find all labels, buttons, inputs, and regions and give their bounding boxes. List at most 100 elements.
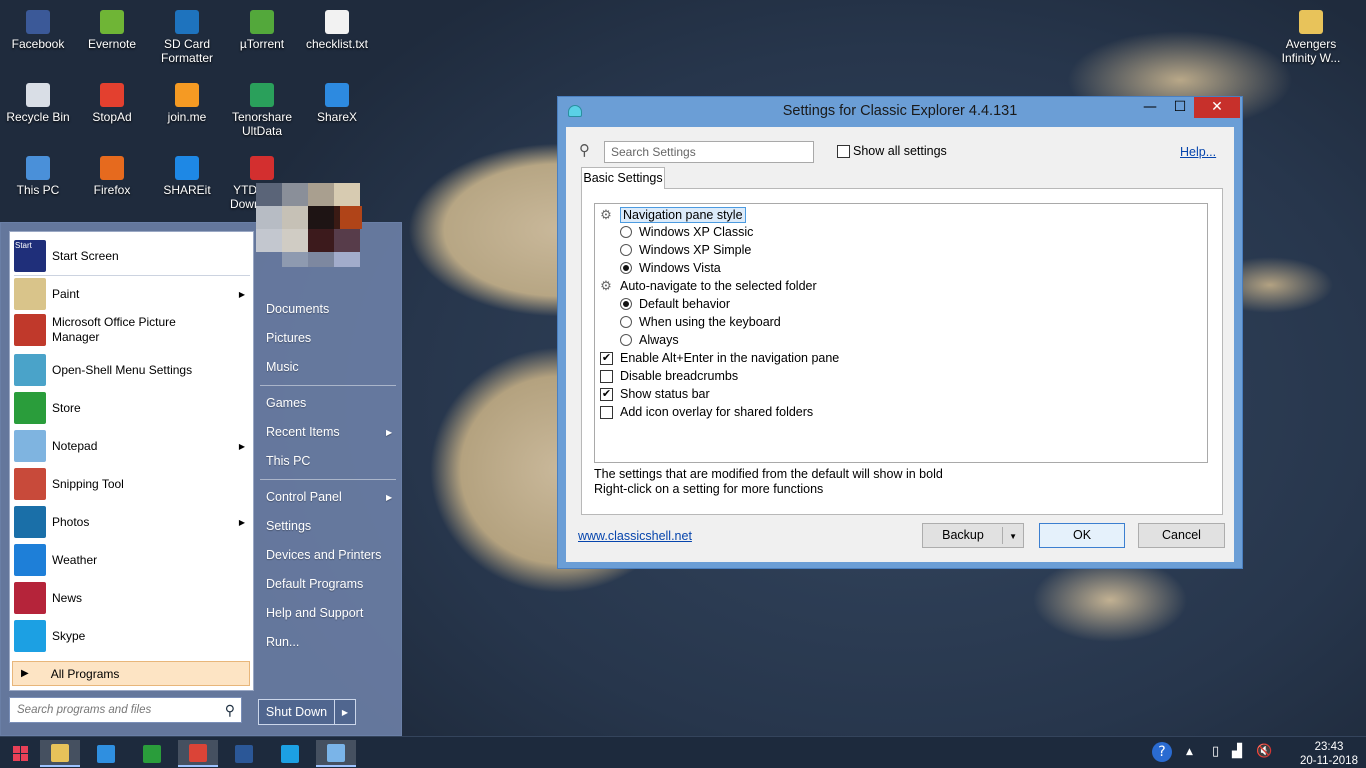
app-icon [26,156,50,180]
taskbar-app-button[interactable] [224,740,264,767]
desktop-icon[interactable]: Evernote [74,4,150,51]
radio-button[interactable] [620,334,632,346]
radio-button[interactable] [620,226,632,238]
clock[interactable]: 23:43 20-11-2018 [1294,740,1364,768]
desktop-icon[interactable]: This PC [0,150,76,197]
start-menu-item[interactable]: Notepad ▶ [10,430,255,462]
start-menu-item[interactable]: Skype [10,620,255,652]
radio-button[interactable] [620,244,632,256]
setting-group[interactable]: ⚙ Auto-navigate to the selected folder [599,279,816,294]
network-signal-icon[interactable]: ▟ [1232,744,1242,759]
tab-basic-settings[interactable]: Basic Settings [581,167,665,189]
taskbar-app-button[interactable] [316,740,356,767]
start-menu-item[interactable]: Snipping Tool [10,468,255,500]
desktop-icon[interactable]: checklist.txt [299,4,375,51]
setting-checkbox[interactable]: ✔ Show status bar [600,387,710,401]
help-tray-icon[interactable]: ? [1152,742,1172,762]
taskbar-app-button[interactable] [40,740,80,767]
start-right-item[interactable]: Settings [266,519,311,533]
battery-icon[interactable]: ▯ [1212,744,1219,759]
checkbox-box[interactable] [837,144,850,158]
start-search-input[interactable]: Search programs and files ⚲ [9,697,242,723]
ok-button[interactable]: OK [1039,523,1125,548]
minimize-button[interactable]: — [1136,98,1164,118]
setting-radio[interactable]: Windows XP Simple [620,243,751,257]
start-right-item[interactable]: Recent Items ▶ [266,425,392,439]
desktop-icon[interactable]: join.me [149,77,225,124]
start-menu-left-pane: Start Start Screen Paint ▶ Microsoft Office … [9,231,254,691]
start-menu-item[interactable]: Start Start Screen [10,240,255,272]
desktop-icon[interactable]: StopAd [74,77,150,124]
start-menu-item[interactable]: Photos ▶ [10,506,255,538]
taskbar-app-button[interactable] [270,740,310,767]
weather-icon [14,544,46,576]
gear-icon[interactable]: ⚙ [599,279,613,293]
checkbox-box[interactable]: ✔ [600,387,613,401]
start-right-item[interactable]: Devices and Printers [266,548,381,562]
desktop-icon[interactable]: Facebook [0,4,76,51]
volume-muted-icon[interactable]: 🔇 [1256,744,1272,759]
start-right-item[interactable]: Games [266,396,306,410]
desktop-icon[interactable]: ShareX [299,77,375,124]
maximize-button[interactable]: ☐ [1166,98,1194,118]
start-right-item[interactable]: Default Programs [266,577,363,591]
website-link[interactable]: www.classicshell.net [578,529,692,543]
desktop-icon[interactable]: Firefox [74,150,150,197]
start-right-item[interactable]: Run... [266,635,299,649]
user-avatar[interactable] [256,183,362,267]
checkbox-box[interactable]: ✔ [600,351,613,365]
scissors-icon [14,468,46,500]
start-right-item-label: Recent Items [266,425,340,439]
radio-button[interactable] [620,262,632,274]
setting-checkbox[interactable]: Disable breadcrumbs [600,369,738,383]
setting-radio[interactable]: Always [620,333,679,347]
checkbox-box[interactable] [600,369,613,383]
start-menu-item[interactable]: Paint ▶ [10,278,255,310]
setting-checkbox[interactable]: Add icon overlay for shared folders [600,405,813,419]
desktop-icon[interactable]: Avengers Infinity W... [1273,4,1349,65]
shutdown-button[interactable]: Shut Down ▶ [258,699,356,725]
start-right-item[interactable]: Control Panel ▶ [266,490,392,504]
gear-icon[interactable]: ⚙ [599,208,613,222]
start-menu-item-label: Notepad [52,439,98,453]
setting-group[interactable]: ⚙ Navigation pane style [599,207,746,223]
desktop-icon[interactable]: Tenorshare UltData [224,77,300,138]
taskbar-app-button[interactable] [86,740,126,767]
desktop-icon[interactable]: SHAREit [149,150,225,197]
title-bar[interactable]: Settings for Classic Explorer 4.4.131 — … [558,97,1242,125]
setting-checkbox[interactable]: ✔ Enable Alt+Enter in the navigation pane [600,351,839,365]
start-right-item[interactable]: Pictures [266,331,311,345]
show-hidden-icons-chevron-icon[interactable]: ▲ [1186,747,1193,757]
setting-radio[interactable]: Windows Vista [620,261,721,275]
setting-radio[interactable]: Default behavior [620,297,730,311]
backup-button[interactable]: Backup ▼ [922,523,1024,548]
setting-radio[interactable]: Windows XP Classic [620,225,753,239]
start-button[interactable] [0,740,40,767]
search-settings-input[interactable]: Search Settings [604,141,814,163]
start-right-item[interactable]: Help and Support [266,606,363,620]
help-link[interactable]: Help... [1180,145,1216,159]
checkbox-box[interactable] [600,405,613,419]
shutdown-options-arrow-icon[interactable]: ▶ [335,708,355,717]
start-menu-item[interactable]: Microsoft Office Picture Manager [10,314,255,346]
desktop-icon[interactable]: Recycle Bin [0,77,76,124]
start-right-item[interactable]: Documents [266,302,329,316]
start-menu-item[interactable]: Store [10,392,255,424]
start-menu-item[interactable]: News [10,582,255,614]
close-button[interactable]: ✕ [1194,97,1240,118]
setting-radio[interactable]: When using the keyboard [620,315,781,329]
desktop-icon[interactable]: SD Card Formatter [149,4,225,65]
radio-button[interactable] [620,316,632,328]
radio-button[interactable] [620,298,632,310]
cancel-button[interactable]: Cancel [1138,523,1225,548]
show-all-settings-checkbox[interactable]: Show all settings [837,144,947,158]
desktop-icon[interactable]: µTorrent [224,4,300,51]
start-menu-item[interactable]: Weather [10,544,255,576]
start-menu-item[interactable]: Open-Shell Menu Settings [10,354,255,386]
start-right-item[interactable]: Music [266,360,299,374]
taskbar-app-button[interactable] [132,740,172,767]
taskbar-app-button[interactable] [178,740,218,767]
notepad-icon [14,430,46,462]
start-right-item[interactable]: This PC [266,454,310,468]
all-programs-button[interactable]: ▶ All Programs [12,661,250,686]
